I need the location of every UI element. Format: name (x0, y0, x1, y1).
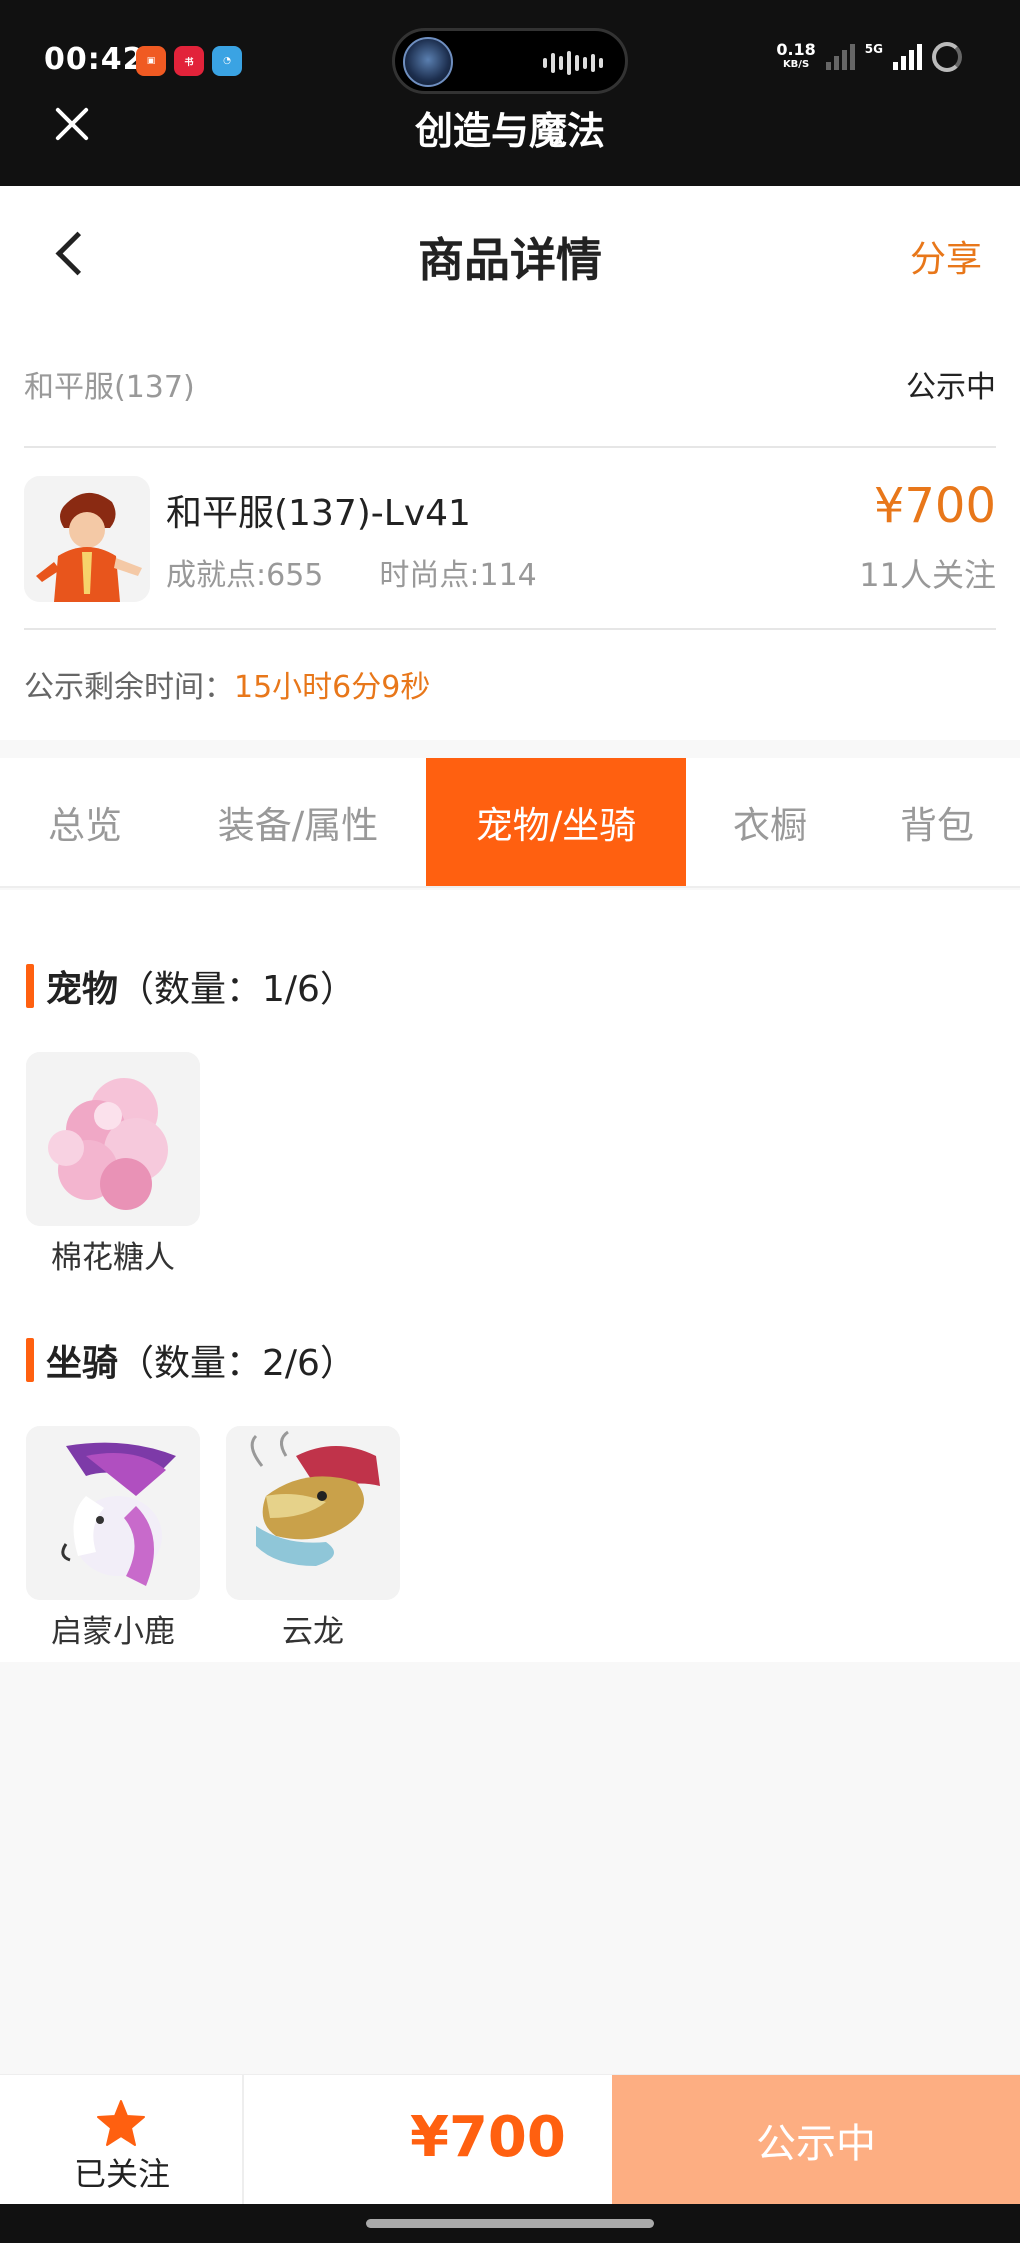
tab-wardrobe[interactable]: 衣橱 (686, 758, 854, 886)
fashion-points: 时尚点:114 (379, 558, 537, 593)
mounts-count: （数量：2/6） (118, 1343, 356, 1384)
net-speed-unit: KB/S (782, 59, 810, 70)
achievement-points: 成就点:655 (166, 558, 324, 593)
character-title: 和平服(137)-Lv41 (166, 493, 471, 534)
pets-section-title: 宠物 （数量：1/6） (26, 960, 356, 1012)
signal-sim2-icon (893, 44, 922, 70)
character-attributes: 成就点:655 时尚点:114 (166, 550, 537, 594)
page: 00:42 ▣ 书 ◔ 0.18 KB/S 5G 创造与魔法 商品详情 分享 和… (0, 0, 1020, 2243)
listing-price: ¥700 (873, 478, 996, 534)
page-title: 商品详情 (418, 233, 602, 287)
section-accent-bar (26, 1338, 34, 1382)
pet-item[interactable]: 棉花糖人 (26, 1052, 200, 1277)
divider (24, 628, 996, 630)
character-avatar (24, 476, 150, 602)
home-indicator[interactable] (366, 2219, 654, 2228)
section-accent-bar (26, 964, 34, 1008)
tab-overview[interactable]: 总览 (0, 758, 170, 886)
browser-icon: ◔ (212, 46, 242, 76)
network-type: 5G (864, 42, 883, 56)
publicity-status-button[interactable]: 公示中 (612, 2075, 1020, 2205)
signal-sim1-icon (825, 44, 855, 70)
pets-count: （数量：1/6） (118, 969, 356, 1010)
follow-button[interactable]: 已关注 (0, 2075, 244, 2205)
mount-item[interactable]: 云龙 (226, 1426, 400, 1651)
follow-label: 已关注 (73, 2155, 170, 2193)
gesture-bar-area (0, 2204, 1020, 2243)
mount-thumbnail (226, 1426, 400, 1600)
listing-info: 和平服(137) 公示中 和平服(137)-Lv41 成就点:655 时尚点:1… (0, 316, 1020, 740)
bottom-price: ¥700 (410, 2105, 566, 2170)
status-bar: 00:42 ▣ 书 ◔ 0.18 KB/S 5G 创造与魔法 (0, 0, 1020, 186)
net-speed: 0.18 KB/S (776, 42, 815, 72)
star-icon (97, 2100, 145, 2146)
tab-bag[interactable]: 背包 (854, 758, 1020, 886)
mounts-title: 坐骑 (46, 1343, 119, 1384)
pet-thumbnail (26, 1052, 200, 1226)
app-title: 创造与魔法 (414, 109, 605, 153)
countdown-label: 公示剩余时间： (24, 670, 234, 705)
mount-name: 启蒙小鹿 (51, 1614, 175, 1650)
mount-item[interactable]: 启蒙小鹿 (26, 1426, 200, 1651)
follower-count: 11人关注 (859, 556, 996, 594)
countdown-value: 15小时6分9秒 (234, 670, 431, 705)
mount-name: 云龙 (282, 1614, 344, 1650)
divider (24, 446, 996, 448)
tab-bar: 总览 装备/属性 宠物/坐骑 衣橱 背包 (0, 758, 1020, 888)
status-time: 00:42 (44, 42, 145, 77)
countdown: 公示剩余时间：15小时6分9秒 (24, 662, 430, 706)
app-notification-icon: ▣ (136, 46, 166, 76)
page-header: 商品详情 分享 (0, 186, 1020, 316)
share-button[interactable]: 分享 (910, 230, 982, 282)
mounts-section-title: 坐骑 （数量：2/6） (26, 1334, 356, 1386)
tab-equipment[interactable]: 装备/属性 (170, 758, 426, 886)
server-name: 和平服(137) (24, 370, 195, 405)
tab-pets-mounts[interactable]: 宠物/坐骑 (426, 758, 686, 886)
audio-wave-icon (543, 51, 603, 75)
pet-name: 棉花糖人 (51, 1240, 175, 1276)
listing-status: 公示中 (906, 370, 996, 405)
pets-title: 宠物 (46, 969, 119, 1010)
battery-ring-icon (932, 42, 962, 72)
system-status: 0.18 KB/S 5G (776, 42, 962, 72)
bottom-action-bar: 已关注 ¥700 公示中 (0, 2074, 1020, 2205)
notification-icons: ▣ 书 ◔ (136, 46, 242, 76)
dynamic-island (392, 28, 628, 94)
xiaohongshu-icon: 书 (174, 46, 204, 76)
pets-mounts-content: 宠物 （数量：1/6） 棉花糖人 坐骑 （数量：2/6） 启蒙小鹿 云龙 (0, 890, 1020, 1662)
server-line: 和平服(137) 公示中 (24, 362, 996, 406)
mount-thumbnail (26, 1426, 200, 1600)
game-logo-icon (403, 37, 453, 87)
